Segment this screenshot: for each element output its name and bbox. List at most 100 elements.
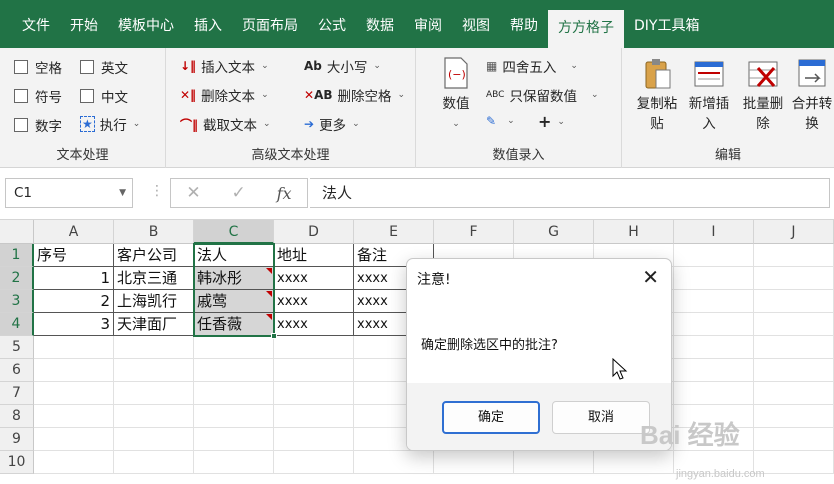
empty-cell[interactable]: [34, 359, 114, 382]
round-button[interactable]: ▦ 四舍五入 ⌄: [486, 56, 578, 76]
cell-b4[interactable]: 天津面厂: [114, 313, 194, 336]
empty-cell[interactable]: [114, 336, 194, 359]
empty-cell[interactable]: [434, 451, 514, 474]
empty-cell[interactable]: [274, 451, 354, 474]
tab-template-center[interactable]: 模板中心: [108, 0, 184, 48]
copy-paste-button[interactable]: 复制粘 贴: [632, 56, 682, 134]
empty-cell[interactable]: [754, 359, 834, 382]
empty-cell[interactable]: [674, 290, 754, 313]
empty-cell[interactable]: [674, 244, 754, 267]
empty-cell[interactable]: [114, 382, 194, 405]
value-button[interactable]: (−) 数值 ⌄: [436, 56, 476, 134]
row-header-6[interactable]: 6: [0, 359, 34, 382]
chevron-down-icon[interactable]: ▼: [119, 179, 126, 207]
delete-space-button[interactable]: ✕AB 删除空格 ⌄: [304, 85, 405, 105]
empty-cell[interactable]: [274, 382, 354, 405]
confirm-entry-icon[interactable]: ✓: [232, 183, 246, 203]
checkbox-box[interactable]: [14, 118, 28, 132]
case-button[interactable]: Ab 大小写 ⌄: [304, 56, 381, 76]
empty-cell[interactable]: [754, 428, 834, 451]
checkbox-english[interactable]: 英文: [80, 57, 128, 77]
empty-cell[interactable]: [674, 267, 754, 290]
column-header-b[interactable]: B: [114, 220, 194, 244]
merge-convert-button[interactable]: 合并转 换: [790, 56, 834, 134]
cell-d1[interactable]: 地址: [274, 244, 354, 267]
cell-c3[interactable]: 戚莺: [194, 290, 274, 313]
cell-b1[interactable]: 客户公司: [114, 244, 194, 267]
empty-cell[interactable]: [754, 382, 834, 405]
tab-home[interactable]: 开始: [60, 0, 108, 48]
column-header-h[interactable]: H: [594, 220, 674, 244]
tab-data[interactable]: 数据: [356, 0, 404, 48]
cell-a1[interactable]: 序号: [34, 244, 114, 267]
row-header-2[interactable]: 2: [0, 267, 34, 290]
fill-handle[interactable]: [271, 333, 277, 339]
empty-cell[interactable]: [594, 451, 674, 474]
empty-cell[interactable]: [354, 451, 434, 474]
column-header-d[interactable]: D: [274, 220, 354, 244]
delete-text-button[interactable]: ✕‖ 删除文本 ⌄: [180, 85, 269, 105]
empty-cell[interactable]: [114, 405, 194, 428]
cell-b3[interactable]: 上海凯行: [114, 290, 194, 313]
cell-a2[interactable]: 1: [34, 267, 114, 290]
tab-page-layout[interactable]: 页面布局: [232, 0, 308, 48]
column-header-j[interactable]: J: [754, 220, 834, 244]
empty-cell[interactable]: [514, 451, 594, 474]
cancel-entry-icon[interactable]: ✕: [186, 183, 200, 203]
empty-cell[interactable]: [194, 336, 274, 359]
cancel-button[interactable]: 取消: [552, 401, 650, 434]
column-header-i[interactable]: I: [674, 220, 754, 244]
empty-cell[interactable]: [754, 313, 834, 336]
cell-a4[interactable]: 3: [34, 313, 114, 336]
cell-c1[interactable]: 法人: [194, 244, 274, 267]
empty-cell[interactable]: [194, 359, 274, 382]
empty-cell[interactable]: [34, 451, 114, 474]
checkbox-box[interactable]: [80, 89, 94, 103]
insert-function-icon[interactable]: fx: [277, 184, 292, 203]
tab-diy-toolbox[interactable]: DIY工具箱: [624, 0, 709, 48]
empty-cell[interactable]: [274, 428, 354, 451]
execute-button[interactable]: ★ 执行 ⌄: [80, 114, 140, 134]
column-header-g[interactable]: G: [514, 220, 594, 244]
checkbox-box[interactable]: [80, 60, 94, 74]
checkbox-chinese[interactable]: 中文: [80, 86, 128, 106]
empty-cell[interactable]: [34, 405, 114, 428]
checkbox-box[interactable]: [14, 89, 28, 103]
empty-cell[interactable]: [754, 451, 834, 474]
row-header-4[interactable]: 4: [0, 313, 34, 336]
checkbox-box[interactable]: [14, 60, 28, 74]
tab-insert[interactable]: 插入: [184, 0, 232, 48]
empty-cell[interactable]: [114, 359, 194, 382]
column-header-a[interactable]: A: [34, 220, 114, 244]
extract-text-button[interactable]: ⌒‖ 截取文本 ⌄: [180, 114, 271, 135]
empty-cell[interactable]: [754, 244, 834, 267]
tab-view[interactable]: 视图: [452, 0, 500, 48]
row-header-10[interactable]: 10: [0, 451, 34, 474]
empty-cell[interactable]: [754, 405, 834, 428]
row-header-5[interactable]: 5: [0, 336, 34, 359]
empty-cell[interactable]: [114, 451, 194, 474]
column-header-f[interactable]: F: [434, 220, 514, 244]
tab-formulas[interactable]: 公式: [308, 0, 356, 48]
tab-file[interactable]: 文件: [0, 0, 60, 48]
name-box[interactable]: C1 ▼: [5, 178, 133, 208]
row-header-8[interactable]: 8: [0, 405, 34, 428]
cell-c2[interactable]: 韩冰彤: [194, 267, 274, 290]
insert-text-button[interactable]: ↓‖ 插入文本 ⌄: [180, 56, 269, 76]
cell-b2[interactable]: 北京三通: [114, 267, 194, 290]
empty-cell[interactable]: [34, 382, 114, 405]
select-all-corner[interactable]: [0, 220, 34, 244]
empty-cell[interactable]: [194, 451, 274, 474]
keep-value-button[interactable]: ABC 只保留数值 ⌄: [486, 85, 599, 105]
batch-delete-button[interactable]: 批量删 除: [738, 56, 788, 134]
add-insert-button[interactable]: 新增插 入: [684, 56, 734, 134]
tab-help[interactable]: 帮助: [500, 0, 548, 48]
empty-cell[interactable]: [114, 428, 194, 451]
tab-fangfang-gezi[interactable]: 方方格子: [548, 10, 624, 48]
cell-c4[interactable]: 任香薇: [194, 313, 274, 336]
column-header-c[interactable]: C: [194, 220, 274, 244]
empty-cell[interactable]: [34, 336, 114, 359]
cell-d3[interactable]: xxxx: [274, 290, 354, 313]
ok-button[interactable]: 确定: [442, 401, 540, 434]
empty-cell[interactable]: [754, 336, 834, 359]
